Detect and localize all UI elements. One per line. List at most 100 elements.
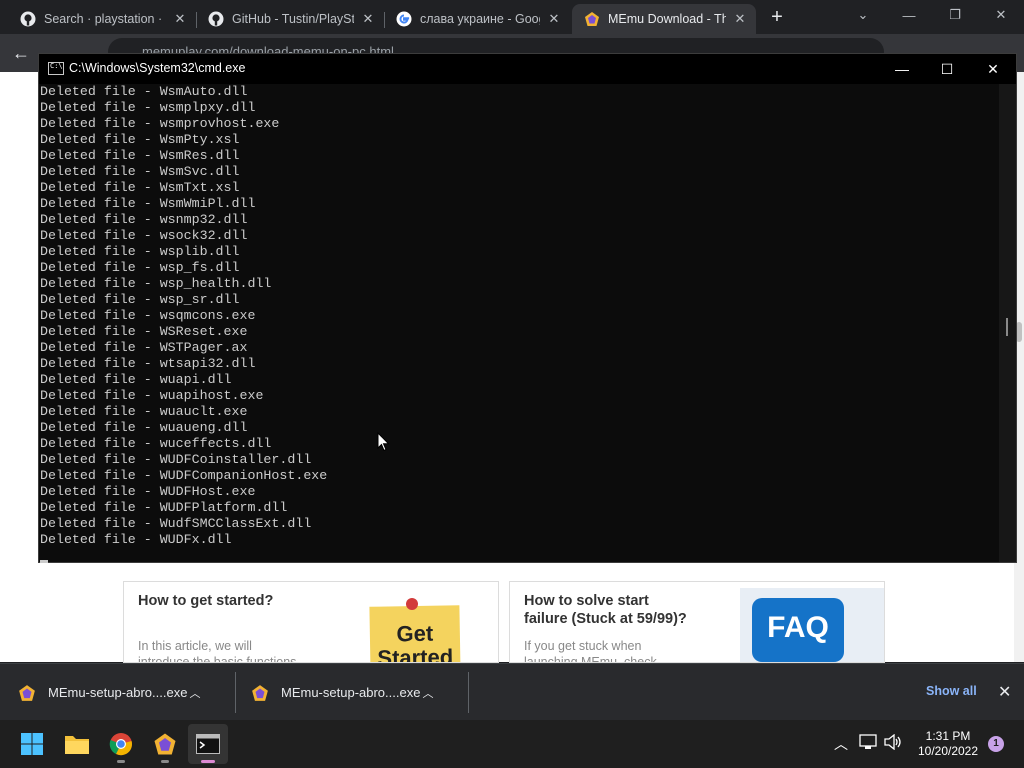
card-title-line: failure (Stuck at 59/99)? — [524, 611, 687, 627]
chevron-up-icon[interactable]: ︿ — [421, 685, 435, 701]
browser-tab-strip: Search · playstation · G ✕ GitHub - Tust… — [0, 0, 1024, 34]
download-filename: MEmu-setup-abro....exe — [48, 685, 188, 700]
tab-title: слава украине - Goog — [420, 12, 540, 26]
show-all-downloads-link[interactable]: Show all — [926, 684, 977, 698]
cmd-output-line: Deleted file - WudfSMCClassExt.dll — [40, 516, 312, 531]
taskbar-file-explorer[interactable] — [57, 724, 97, 764]
windows-logo-icon — [21, 733, 43, 755]
cmd-output-line: Deleted file - wsp_sr.dll — [40, 292, 240, 307]
cmd-output-line: Deleted file - wsmplpxy.dll — [40, 100, 256, 115]
tab-close-icon[interactable]: ✕ — [732, 11, 748, 27]
cmd-minimize-button[interactable]: — — [879, 54, 925, 84]
folder-icon — [65, 736, 89, 754]
cmd-window[interactable]: C:\Windows\System32\cmd.exe — ☐ ✕ Delete… — [38, 53, 1017, 563]
memu-icon — [154, 733, 176, 755]
scrollbar-thumb[interactable] — [1006, 318, 1008, 336]
cmd-output-line: Deleted file - wsock32.dll — [40, 228, 248, 243]
card-text: launching MEmu, check — [524, 655, 657, 663]
network-icon[interactable] — [859, 734, 877, 753]
tab-close-icon[interactable]: ✕ — [546, 11, 562, 27]
cmd-output-line: Deleted file - WsmRes.dll — [40, 148, 240, 163]
screen: Search · playstation · G ✕ GitHub - Tust… — [0, 0, 1024, 768]
cmd-output-line: Deleted file - WsmAuto.dll — [40, 84, 248, 99]
download-item[interactable]: MEmu-setup-abro....exe ︿ — [18, 664, 202, 721]
cmd-output-line: Deleted file - wtsapi32.dll — [40, 356, 256, 371]
cmd-output-line: Deleted file - wsp_health.dll — [40, 276, 272, 291]
browser-restore-button[interactable]: ❐ — [932, 0, 978, 30]
downloads-bar: MEmu-setup-abro....exe ︿ MEmu-setup-abro… — [0, 663, 1024, 720]
cmd-close-button[interactable]: ✕ — [970, 54, 1016, 84]
cmd-scrollbar[interactable] — [999, 84, 1016, 562]
taskbar-chrome[interactable] — [101, 724, 141, 764]
cmd-output-line: Deleted file - wuapihost.exe — [40, 388, 264, 403]
running-indicator — [201, 760, 215, 763]
clock-time: 1:31 PM — [925, 729, 971, 743]
tab-github-search[interactable]: Search · playstation · G ✕ — [8, 4, 196, 34]
cmd-output-line: Deleted file - WsmPty.xsl — [40, 132, 240, 147]
chrome-icon — [109, 733, 132, 756]
cmd-titlebar[interactable]: C:\Windows\System32\cmd.exe — ☐ ✕ — [39, 54, 1016, 84]
tab-search-chevron-icon[interactable]: ⌄ — [840, 0, 886, 30]
tab-close-icon[interactable]: ✕ — [172, 11, 188, 27]
cmd-output-line: Deleted file - wuceffects.dll — [40, 436, 272, 451]
tab-github-repo[interactable]: GitHub - Tustin/PlaySta ✕ — [196, 4, 384, 34]
cmd-output-line: Deleted file - wsplib.dll — [40, 244, 240, 259]
card-text: In this article, we will — [138, 639, 252, 653]
card-text: introduce the basic functions — [138, 655, 297, 663]
notification-badge[interactable]: 1 — [988, 736, 1004, 752]
cmd-output-line: Deleted file - wsmprovhost.exe — [40, 116, 280, 131]
download-item[interactable]: MEmu-setup-abro....exe ︿ — [251, 664, 435, 721]
cmd-output-line: Deleted file - WsmSvc.dll — [40, 164, 240, 179]
taskbar-memu[interactable] — [145, 724, 185, 764]
cmd-output-line: Deleted file - WSReset.exe — [40, 324, 248, 339]
cmd-maximize-button[interactable]: ☐ — [924, 54, 970, 84]
running-indicator — [117, 760, 125, 763]
article-card-faq[interactable]: How to solve start failure (Stuck at 59/… — [509, 581, 885, 663]
new-tab-button[interactable]: + — [766, 6, 788, 28]
cmd-output-line: Deleted file - wsnmp32.dll — [40, 212, 248, 227]
command-prompt-icon — [196, 734, 220, 754]
article-card-get-started[interactable]: How to get started? In this article, we … — [123, 581, 499, 663]
taskbar-command-prompt[interactable] — [188, 724, 228, 764]
cmd-output-line: Deleted file - wsp_fs.dll — [40, 260, 240, 275]
close-icon[interactable]: ✕ — [998, 682, 1011, 702]
cmd-icon — [48, 62, 64, 75]
google-icon — [396, 11, 412, 27]
card-title-line: How to solve start — [524, 593, 649, 609]
show-hidden-icons-chevron-icon[interactable]: ︿ — [834, 734, 848, 754]
download-divider — [468, 672, 469, 713]
start-button[interactable] — [12, 724, 52, 764]
card-text: If you get stuck when — [524, 639, 642, 653]
github-icon — [20, 11, 36, 27]
cmd-title: C:\Windows\System32\cmd.exe — [69, 61, 246, 75]
tab-google-search[interactable]: слава украине - Goog ✕ — [384, 4, 570, 34]
pushpin-icon — [406, 598, 418, 610]
get-started-image: Get Started — [369, 605, 461, 662]
cmd-output-line: Deleted file - WUDFCompanionHost.exe — [40, 468, 328, 483]
tab-title: MEmu Download - The — [608, 12, 726, 26]
cmd-output-line: Deleted file - WSTPager.ax — [40, 340, 248, 355]
chevron-up-icon[interactable]: ︿ — [188, 685, 202, 701]
mouse-pointer-icon — [377, 432, 390, 452]
cmd-output-line: Deleted file - wsqmcons.exe — [40, 308, 256, 323]
system-clock[interactable]: 1:31 PM 10/20/2022 — [912, 729, 984, 759]
tab-title: Search · playstation · G — [44, 12, 166, 26]
cmd-output-line: Deleted file - wuapi.dll — [40, 372, 232, 387]
browser-close-button[interactable]: ✕ — [978, 0, 1024, 30]
card-title: How to get started? — [138, 593, 274, 609]
memu-icon — [252, 684, 268, 701]
cmd-output[interactable]: Deleted file - WsmAuto.dll Deleted file -… — [39, 84, 999, 562]
volume-icon[interactable] — [884, 733, 902, 753]
cmd-output-line: Deleted file - WsmTxt.xsl — [40, 180, 240, 195]
clock-date: 10/20/2022 — [917, 744, 979, 758]
back-arrow-icon[interactable]: ← — [10, 42, 32, 64]
card-title: How to solve start failure (Stuck at 59/… — [524, 592, 687, 628]
cmd-output-line: Deleted file - wuauclt.exe — [40, 404, 248, 419]
download-divider — [235, 672, 236, 713]
running-indicator — [161, 760, 169, 763]
browser-minimize-button[interactable]: — — [886, 0, 932, 30]
image-text: Get — [396, 620, 434, 647]
tab-close-icon[interactable]: ✕ — [360, 11, 376, 27]
tab-memu-download[interactable]: MEmu Download - The ✕ — [572, 4, 756, 34]
download-filename: MEmu-setup-abro....exe — [281, 685, 421, 700]
